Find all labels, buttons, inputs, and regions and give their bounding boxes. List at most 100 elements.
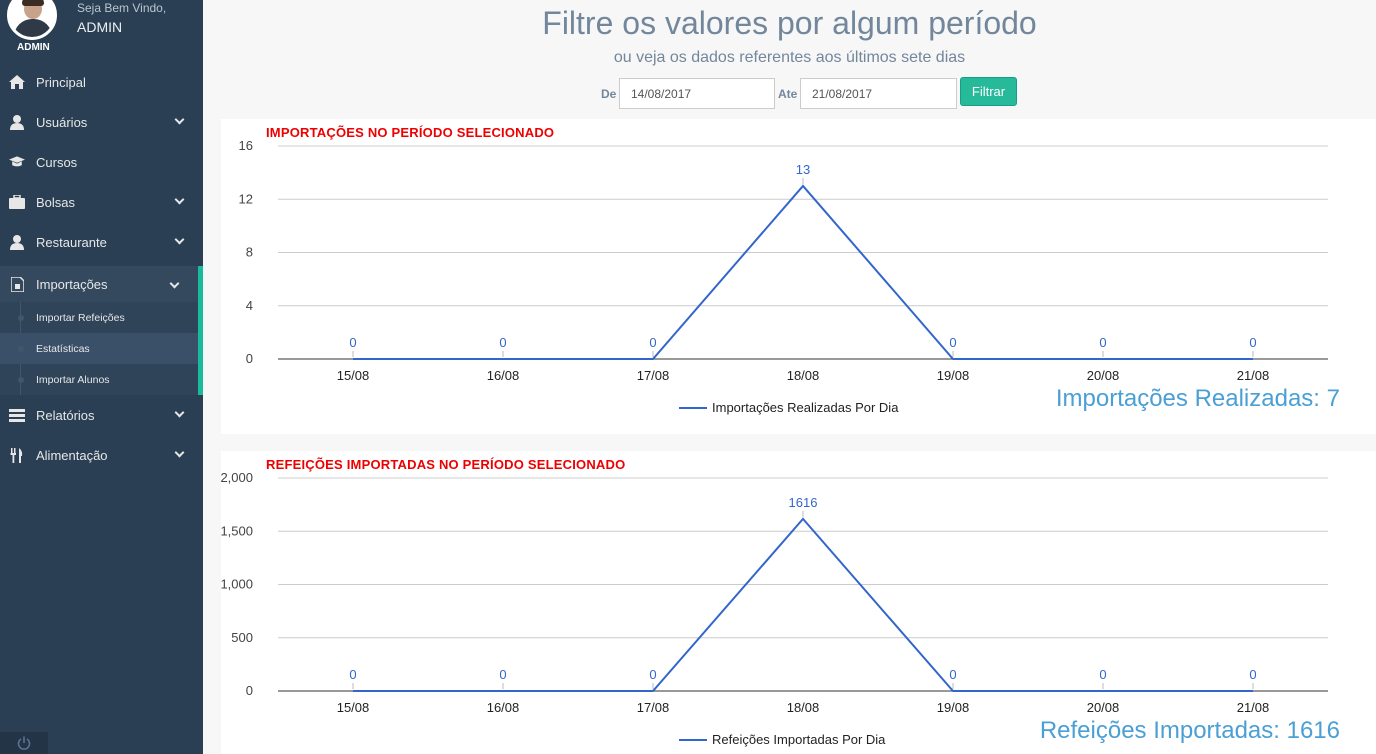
to-label: Ate <box>778 87 798 101</box>
x-tick-label: 15/08 <box>337 368 370 383</box>
main-content: Filtre os valores por algum período ou v… <box>203 0 1376 754</box>
data-label: 0 <box>1249 667 1256 682</box>
file-icon <box>9 276 25 292</box>
y-tick-label: 0 <box>246 683 253 698</box>
sidebar-item-importacoes[interactable]: Importações <box>0 266 203 302</box>
bullet-icon <box>18 346 24 352</box>
bullet-icon <box>18 377 24 383</box>
from-label: De <box>601 87 617 101</box>
sidebar-item-alimentacao[interactable]: Alimentação <box>0 435 203 475</box>
data-label: 13 <box>796 162 810 177</box>
y-tick-label: 0 <box>246 351 253 366</box>
x-tick-label: 18/08 <box>787 700 820 715</box>
sidebar-item-relatorios[interactable]: Relatórios <box>0 395 203 435</box>
sidebar-item-label: Restaurante <box>36 234 107 250</box>
data-label: 0 <box>949 335 956 350</box>
x-tick-label: 18/08 <box>787 368 820 383</box>
y-tick-label: 8 <box>246 245 253 260</box>
avatar[interactable] <box>7 0 57 40</box>
legend-label: Refeições Importadas Por Dia <box>712 732 886 747</box>
sidebar-item-bolsas[interactable]: Bolsas <box>0 182 203 222</box>
submenu-importacoes: Importar Refeições Estatísticas Importar… <box>0 302 203 395</box>
sidebar-item-label: Principal <box>36 74 86 90</box>
series-line <box>353 517 1253 692</box>
data-label: 0 <box>499 667 506 682</box>
sidebar-item-principal[interactable]: Principal <box>0 62 203 102</box>
sidebar-item-label: Cursos <box>36 154 78 170</box>
x-tick-label: 20/08 <box>1087 368 1120 383</box>
x-tick-label: 17/08 <box>637 700 670 715</box>
total-refeicoes: Refeições Importadas: 1616 <box>1039 717 1340 744</box>
sidebar-item-cursos[interactable]: Cursos <box>0 142 203 182</box>
sidebar-subitem-importar-alunos[interactable]: Importar Alunos <box>0 364 198 395</box>
cutlery-icon <box>9 447 25 463</box>
x-tick-label: 17/08 <box>637 368 670 383</box>
chart-panel-refeicoes: REFEIÇÕES IMPORTADAS NO PERÍODO SELECION… <box>221 451 1376 754</box>
y-tick-label: 1,500 <box>221 523 253 538</box>
data-label: 0 <box>1099 667 1106 682</box>
x-tick-label: 15/08 <box>337 700 370 715</box>
data-label: 0 <box>649 335 656 350</box>
profile: ADMIN Seja Bem Vindo, ADMIN <box>0 0 203 60</box>
table-icon <box>9 407 25 423</box>
data-label: 0 <box>1249 335 1256 350</box>
chart-refeicoes: 0 500 1,000 1,500 2,000 15/08 16/08 17/08 18/08 1… <box>221 470 1328 747</box>
x-tick-label: 19/08 <box>937 700 970 715</box>
avatar-label: ADMIN <box>17 42 50 53</box>
page-subtitle: ou veja os dados referentes aos últimos … <box>613 49 966 66</box>
sidebar-item-label: Alimentação <box>36 447 108 463</box>
welcome-text: Seja Bem Vindo, <box>77 1 167 15</box>
chevron-down-icon <box>174 234 185 245</box>
data-label: 0 <box>349 335 356 350</box>
sidebar-subitem-label: Importar Refeições <box>36 311 125 324</box>
chevron-down-icon <box>169 278 180 289</box>
data-label: 0 <box>1099 335 1106 350</box>
chart-panel-importacoes: IMPORTAÇÕES NO PERÍODO SELECIONADO 0 4 8 12… <box>221 119 1376 434</box>
legend-label: Importações Realizadas Por Dia <box>712 400 899 415</box>
y-tick-label: 500 <box>231 630 253 645</box>
sidebar-subitem-label: Importar Alunos <box>36 373 110 386</box>
user-name: ADMIN <box>77 19 123 35</box>
page-title: Filtre os valores por algum período <box>542 5 1037 41</box>
total-importacoes: Importações Realizadas: 7 <box>1055 385 1340 412</box>
x-tick-label: 16/08 <box>487 368 520 383</box>
user-icon <box>9 114 25 130</box>
data-label: 1616 <box>789 495 818 510</box>
chevron-down-icon <box>174 114 185 125</box>
x-tick-label: 16/08 <box>487 700 520 715</box>
x-tick-label: 19/08 <box>937 368 970 383</box>
sidebar-subitem-estatisticas[interactable]: Estatísticas <box>0 333 198 364</box>
data-label: 0 <box>949 667 956 682</box>
data-label: 0 <box>649 667 656 682</box>
sidebar-item-label: Relatórios <box>36 407 95 423</box>
user-icon <box>9 234 25 250</box>
power-icon <box>17 736 31 750</box>
sidebar-item-restaurante[interactable]: Restaurante <box>0 222 203 262</box>
filter-button[interactable]: Filtrar <box>960 77 1017 106</box>
y-tick-label: 16 <box>239 138 253 153</box>
y-tick-label: 2,000 <box>221 470 253 485</box>
sidebar-item-label: Usuários <box>36 114 88 130</box>
sidebar-subitem-importar-refeicoes[interactable]: Importar Refeições <box>0 302 198 333</box>
date-to-input[interactable] <box>800 78 957 109</box>
sidebar: ADMIN Seja Bem Vindo, ADMIN Principal Us… <box>0 0 203 754</box>
sidebar-item-label: Importações <box>36 276 108 292</box>
sidebar-menu: Principal Usuários Cursos Bolsas Restaur… <box>0 62 203 475</box>
data-label: 0 <box>499 335 506 350</box>
series-line <box>353 184 1253 360</box>
x-tick-label: 20/08 <box>1087 700 1120 715</box>
logout-button[interactable] <box>0 732 48 754</box>
date-from-input[interactable] <box>619 78 775 109</box>
home-icon <box>9 74 25 90</box>
y-tick-label: 1,000 <box>221 577 253 592</box>
sidebar-item-usuarios[interactable]: Usuários <box>0 102 203 142</box>
chevron-down-icon <box>174 447 185 458</box>
x-tick-label: 21/08 <box>1237 368 1270 383</box>
chevron-down-icon <box>174 194 185 205</box>
y-tick-label: 12 <box>239 191 253 206</box>
graduation-cap-icon <box>9 154 25 170</box>
y-tick-label: 4 <box>246 298 253 313</box>
sidebar-item-label: Bolsas <box>36 194 76 210</box>
chevron-down-icon <box>174 407 185 418</box>
x-tick-label: 21/08 <box>1237 700 1270 715</box>
